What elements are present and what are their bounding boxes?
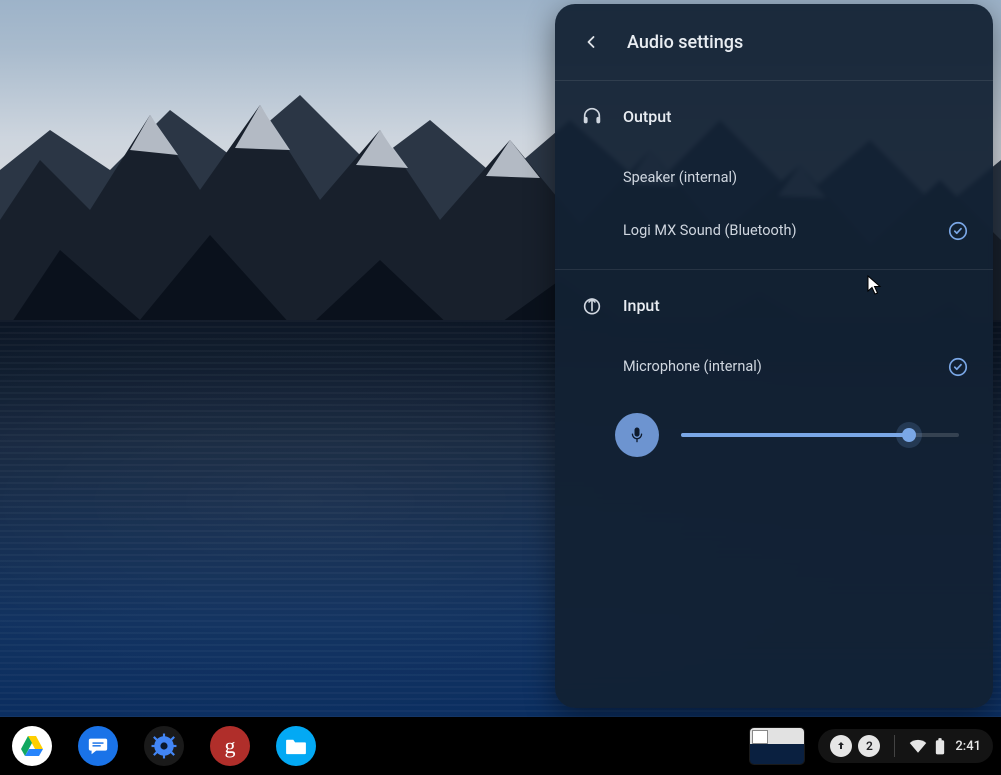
groovypost-icon: g [225,733,236,759]
microphone-icon [627,425,647,445]
check-circle-icon [947,220,969,242]
google-drive-icon [20,735,44,757]
arrow-up-icon [835,740,847,752]
input-section-header: Input [555,270,993,340]
window-preview-thumbnail[interactable] [750,728,804,764]
clock: 2:41 [955,739,981,754]
output-option-speaker[interactable]: Speaker (internal) [555,151,993,204]
gear-icon [151,733,177,759]
app-groovypost[interactable]: g [210,726,250,766]
folder-icon [285,737,307,755]
input-option-label: Microphone (internal) [623,358,762,375]
app-files[interactable] [276,726,316,766]
output-option-bluetooth[interactable]: Logi MX Sound (Bluetooth) [555,204,993,257]
slider-thumb[interactable] [902,428,916,442]
check-circle-icon [947,356,969,378]
app-google-drive[interactable] [12,726,52,766]
input-option-microphone[interactable]: Microphone (internal) [555,340,993,393]
messages-icon [87,735,109,757]
headphones-icon [581,105,603,127]
output-section-header: Output [555,81,993,151]
mic-gain-slider[interactable] [681,423,959,447]
mic-toggle-button[interactable] [615,413,659,457]
audio-settings-panel: Audio settings Output Speaker (internal)… [555,4,993,708]
chevron-left-icon [581,32,601,52]
notification-count-badge: 2 [858,735,880,757]
pinned-apps: g [8,726,316,766]
wifi-icon [909,739,927,753]
panel-title: Audio settings [627,32,743,53]
mic-gain-row [555,393,993,477]
input-heading: Input [623,296,660,315]
output-option-label: Logi MX Sound (Bluetooth) [623,222,797,239]
output-heading: Output [623,107,671,126]
back-button[interactable] [573,24,609,60]
input-arrow-icon [581,294,603,316]
update-badge [830,735,852,757]
status-tray[interactable]: 2 2:41 [818,729,993,763]
app-messages[interactable] [78,726,118,766]
app-settings[interactable] [144,726,184,766]
battery-icon [935,738,945,755]
output-option-label: Speaker (internal) [623,169,737,186]
notification-badges[interactable]: 2 [830,735,880,757]
taskbar: g 2 2:41 [0,717,1001,775]
tray-status-icons: 2:41 [909,738,981,755]
tray-separator [894,735,895,757]
panel-header: Audio settings [555,4,993,80]
slider-fill [681,433,909,437]
